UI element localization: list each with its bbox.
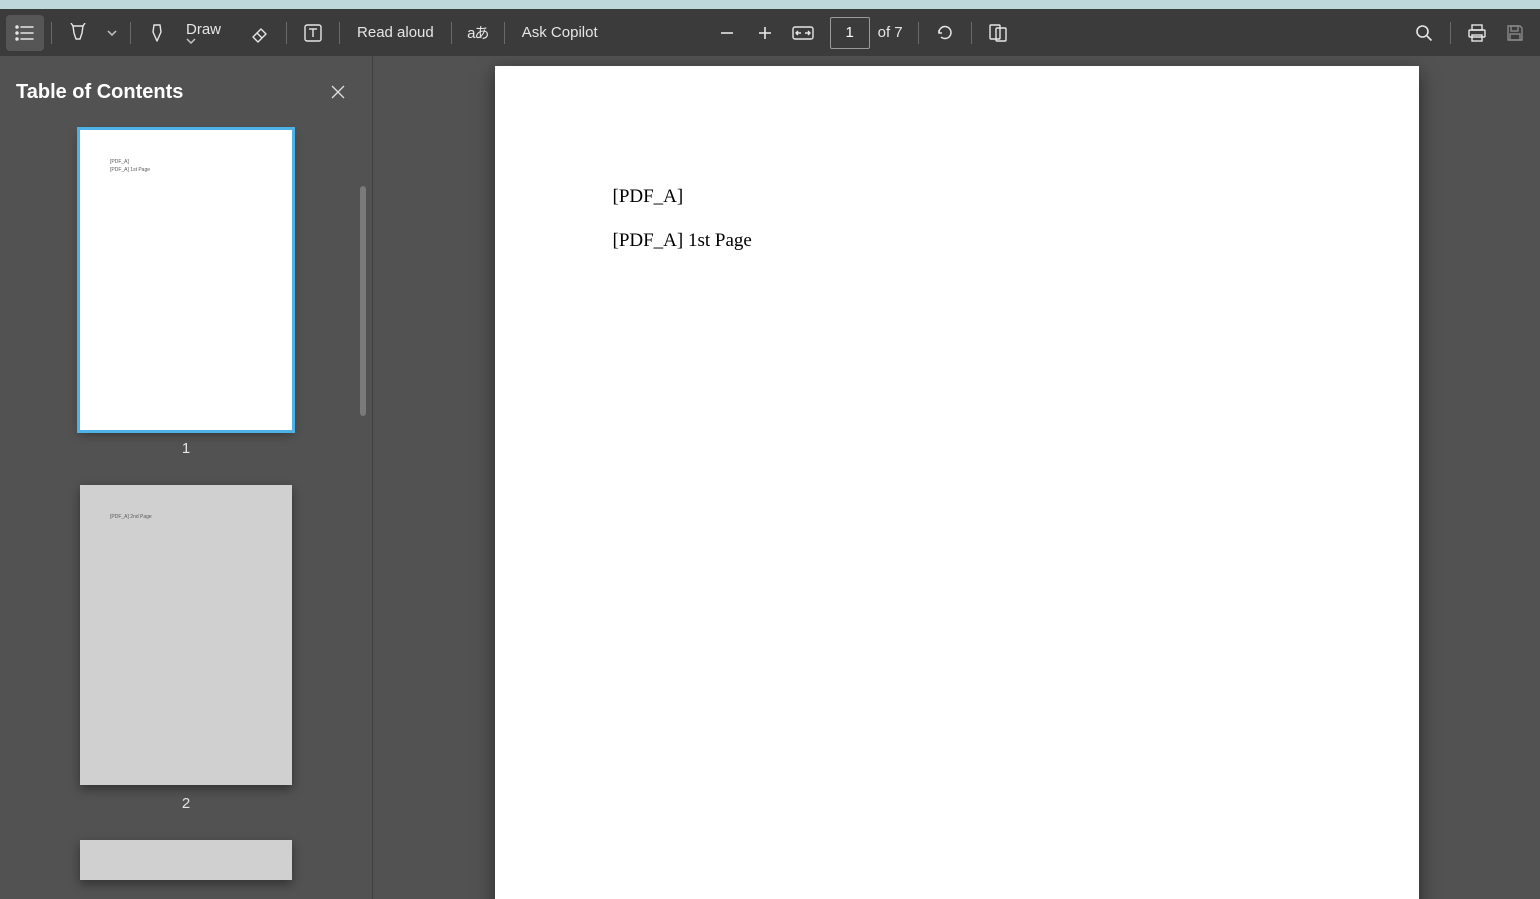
toolbar-separator [971,22,972,44]
thumbnail-page[interactable]: [PDF_A][PDF_A] 1st Page [80,130,292,430]
contents-icon [15,25,35,41]
thumbnail-item[interactable]: [PDF_A] 2nd Page 2 [40,485,332,812]
text-icon [304,24,322,42]
toolbar-separator [451,22,452,44]
thumbnail-number: 2 [182,795,190,812]
page-view-button[interactable] [979,15,1017,51]
toolbar-separator [918,22,919,44]
pen-icon [148,23,166,43]
toolbar-separator [51,22,52,44]
ask-copilot-button[interactable]: Ask Copilot [512,24,608,41]
text-button[interactable] [294,15,332,51]
thumbnail-mini-text: [PDF_A] 2nd Page [110,513,152,522]
search-icon [1415,24,1433,42]
page-content: [PDF_A] [PDF_A] 1st Page [613,186,752,252]
page-text-line: [PDF_A] [613,186,752,208]
page-total-label: of 7 [878,24,903,41]
thumbnail-page[interactable] [80,840,292,880]
toolbar-separator [130,22,131,44]
ask-copilot-label: Ask Copilot [522,24,598,41]
translate-button[interactable]: aあ [459,15,497,51]
fit-width-icon [792,26,814,40]
toolbar-separator [504,22,505,44]
toolbar-separator [1450,22,1451,44]
close-sidebar-button[interactable] [320,74,356,110]
sidebar-header: Table of Contents [0,56,372,120]
pdf-toolbar: Draw Read aloud aあ Ask Copi [0,9,1540,56]
highlight-button[interactable] [59,15,97,51]
contents-toggle-button[interactable] [6,15,44,51]
read-aloud-label: Read aloud [357,24,434,41]
plus-icon [757,25,773,41]
translate-icon: aあ [467,22,488,43]
highlight-dropdown[interactable] [97,15,123,51]
highlighter-icon [69,23,87,43]
save-button[interactable] [1496,15,1534,51]
save-icon [1506,24,1524,42]
page-view-icon [988,24,1008,42]
draw-button[interactable]: Draw [176,21,241,44]
thumbnail-mini-text: [PDF_A] 1st Page [110,166,150,175]
minus-icon [719,25,735,41]
contents-sidebar: Table of Contents [PDF_A][PDF_A] 1st Pag… [0,56,373,899]
eraser-icon [250,23,270,43]
toolbar-separator [339,22,340,44]
thumbnail-page[interactable]: [PDF_A] 2nd Page [80,485,292,785]
sidebar-title: Table of Contents [16,81,183,104]
pdf-page: [PDF_A] [PDF_A] 1st Page [495,66,1419,899]
draw-label: Draw [186,21,221,38]
fit-width-button[interactable] [784,15,822,51]
rotate-button[interactable] [926,15,964,51]
read-aloud-button[interactable]: Read aloud [347,24,444,41]
print-icon [1467,24,1487,42]
zoom-out-button[interactable] [708,15,746,51]
window-top-frame [0,0,1540,9]
zoom-in-button[interactable] [746,15,784,51]
erase-button[interactable] [241,15,279,51]
page-text-line: [PDF_A] 1st Page [613,230,752,252]
draw-icon-button[interactable] [138,15,176,51]
document-viewer[interactable]: [PDF_A] [PDF_A] 1st Page [373,56,1540,899]
chevron-down-icon [186,38,231,44]
main-area: Table of Contents [PDF_A][PDF_A] 1st Pag… [0,56,1540,899]
print-button[interactable] [1458,15,1496,51]
thumbnail-number: 1 [182,440,190,457]
chevron-down-icon [107,30,117,36]
search-button[interactable] [1405,15,1443,51]
rotate-icon [936,24,954,42]
sidebar-scrollbar[interactable] [360,186,366,416]
page-number-input[interactable] [830,17,870,49]
toolbar-separator [286,22,287,44]
thumbnail-list[interactable]: [PDF_A][PDF_A] 1st Page 1 [PDF_A] 2nd Page… [0,120,372,899]
close-icon [330,84,346,100]
thumbnail-item[interactable]: [PDF_A][PDF_A] 1st Page 1 [40,130,332,457]
thumbnail-item[interactable] [40,840,332,880]
